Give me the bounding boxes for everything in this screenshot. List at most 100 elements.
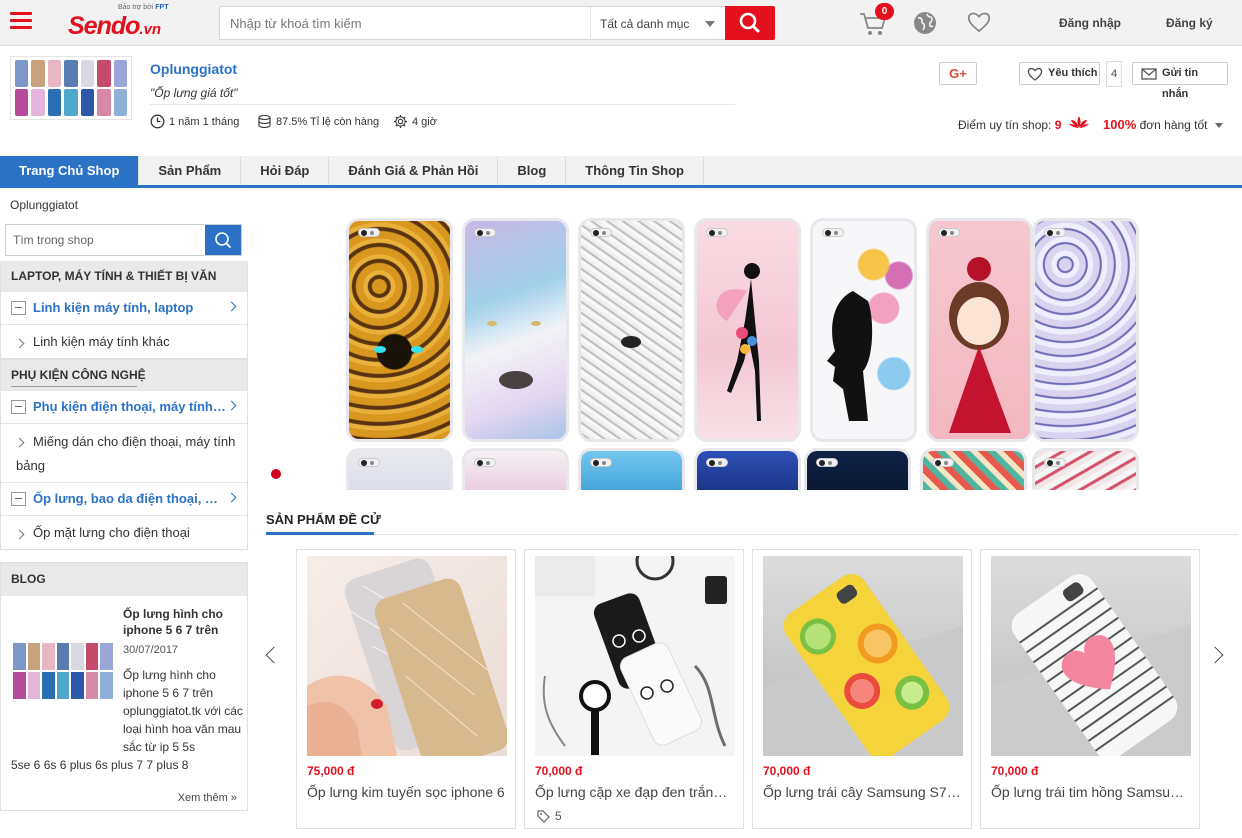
category-sub-item[interactable]: Miếng dán cho điện thoại, máy tính bảng <box>1 423 247 482</box>
product-tag-count: 5 <box>537 809 562 823</box>
category-sub-item[interactable]: Linh kiện máy tính khác <box>1 324 247 358</box>
logo-thumb <box>80 89 95 116</box>
product-image <box>307 556 507 756</box>
sendo-logo[interactable]: Bảo trợ bởi FPT Sendo.vn <box>68 4 178 42</box>
product-price: 70,000 đ <box>991 764 1039 778</box>
banner-case-row2 <box>694 448 801 490</box>
fairy-silhouette-case-image <box>694 218 801 442</box>
collapse-icon[interactable] <box>11 301 26 315</box>
shop-search <box>5 224 242 256</box>
chevron-down-icon <box>1214 123 1223 129</box>
slide-indicator[interactable] <box>271 469 281 479</box>
logo-thumb <box>97 89 111 116</box>
send-message-button[interactable]: Gửi tin nhắn <box>1132 62 1228 100</box>
product-card[interactable]: 75,000 đ Ốp lưng kim tuyến sọc iphone 6 <box>296 549 516 829</box>
shop-name[interactable]: Oplunggiatot <box>150 61 237 77</box>
category-dropdown[interactable]: Tất cả danh mục <box>590 7 725 39</box>
tab-products[interactable]: Sản Phẩm <box>139 156 242 185</box>
logo-thumb <box>15 89 29 116</box>
search-bar: Tất cả danh mục <box>219 6 775 40</box>
category-main-item[interactable]: Ốp lưng, bao da điện thoại, máy tính bản… <box>1 482 247 515</box>
register-link[interactable]: Đăng ký <box>1166 16 1213 30</box>
search-icon <box>215 232 231 248</box>
search-button[interactable] <box>725 6 775 40</box>
banner-case-row2 <box>578 448 685 490</box>
section-title: SẢN PHẨM ĐỀ CỬ <box>266 512 381 527</box>
heart-icon <box>1027 67 1043 81</box>
google-plus-button[interactable]: G+ <box>939 62 977 85</box>
banner-case-row2 <box>920 448 1027 490</box>
doll-girl-case-image <box>926 218 1033 442</box>
globe-icon[interactable] <box>913 11 937 35</box>
sponsor-line: Bảo trợ bởi FPT <box>118 4 169 11</box>
blog-post-date: 30/07/2017 <box>123 644 179 656</box>
product-name[interactable]: Ốp lưng cặp xe đạp đen trắng iphone <box>535 784 735 800</box>
tab-qa[interactable]: Hỏi Đáp <box>241 156 330 185</box>
logo-thumb <box>80 60 95 87</box>
product-card[interactable]: 70,000 đ Ốp lưng trái tim hồng Samsung S… <box>980 549 1200 829</box>
promo-banner[interactable] <box>346 218 1139 490</box>
tab-blog[interactable]: Blog <box>498 156 567 185</box>
carousel-prev-icon[interactable] <box>265 646 283 664</box>
database-icon <box>258 114 271 129</box>
logo-thumb <box>47 60 62 87</box>
like-shop-button[interactable]: Yêu thích <box>1019 62 1100 85</box>
tab-shop-home[interactable]: Trang Chủ Shop <box>0 156 140 185</box>
carousel-next-icon[interactable] <box>1206 646 1224 664</box>
blog-see-more-link[interactable]: Xem thêm » <box>178 792 237 804</box>
blog-post-title[interactable]: Ốp lưng hình cho iphone 5 6 7 trên <box>123 606 235 638</box>
chevron-down-icon <box>705 21 715 27</box>
product-name[interactable]: Ốp lưng kim tuyến sọc iphone 6 <box>307 784 507 800</box>
shop-search-button[interactable] <box>205 225 241 255</box>
category-main-item[interactable]: Phụ kiện điện thoại, máy tính bảng <box>1 390 247 423</box>
product-price: 75,000 đ <box>307 764 355 778</box>
fairy-silhouette-art <box>716 263 761 421</box>
white-wolf-case-image <box>462 218 569 442</box>
logo-thumb <box>31 89 45 116</box>
blog-thumbnail[interactable] <box>13 643 113 699</box>
paisley-case-image <box>1032 218 1139 442</box>
breadcrumb[interactable]: Oplunggiatot <box>10 198 78 212</box>
section-underline <box>266 532 374 535</box>
search-icon <box>739 12 760 33</box>
category-sub-item[interactable]: Ốp mặt lưng cho điện thoại <box>1 515 247 549</box>
chevron-right-icon <box>226 301 237 312</box>
cart-count-badge: 0 <box>875 3 894 20</box>
top-header: Bảo trợ bởiFPT Sendo.vn Tất cả danh mục … <box>0 0 1242 46</box>
doll-art <box>949 257 1011 433</box>
leopard-case-image <box>346 218 453 442</box>
good-orders-dropdown[interactable]: 100% đơn hàng tốt <box>1103 117 1223 132</box>
silhouette-art <box>827 291 873 421</box>
tab-reviews[interactable]: Đánh Giá & Phản Hồi <box>329 156 499 185</box>
heart-icon[interactable] <box>966 10 992 34</box>
category-group: PHỤ KIỆN CÔNG NGHỆ Phụ kiện điện thoại, … <box>0 359 248 550</box>
tab-shop-info[interactable]: Thông Tin Shop <box>566 156 704 185</box>
product-name[interactable]: Ốp lưng trái cây Samsung S7 edge <box>763 784 963 800</box>
collapse-icon[interactable] <box>11 492 26 506</box>
collapse-icon[interactable] <box>11 400 26 414</box>
product-image <box>991 556 1191 756</box>
shop-nav: Trang Chủ Shop Sản Phẩm Hỏi Đáp Đánh Giá… <box>0 156 1242 188</box>
divider <box>150 104 735 105</box>
shop-logo[interactable] <box>10 56 132 120</box>
shop-search-input[interactable] <box>6 225 206 255</box>
search-input[interactable] <box>220 7 590 39</box>
shop-slogan: "Ốp lưng giá tốt" <box>150 86 238 100</box>
chevron-right-icon <box>226 400 237 411</box>
fruit-case-photo <box>763 573 963 756</box>
banner-case-row2 <box>804 448 911 490</box>
product-price: 70,000 đ <box>763 764 811 778</box>
glitter-case-photo <box>307 558 507 756</box>
logo-thumb <box>113 60 127 87</box>
bicycle-case-photo <box>535 556 727 755</box>
product-card[interactable]: 70,000 đ Ốp lưng cặp xe đạp đen trắng ip… <box>524 549 744 829</box>
chevron-right-icon <box>226 492 237 503</box>
login-link[interactable]: Đăng nhập <box>1059 16 1121 30</box>
product-image <box>763 556 963 756</box>
shop-response-time: 4 giờ <box>393 114 437 129</box>
category-main-item[interactable]: Linh kiện máy tính, laptop <box>1 291 247 324</box>
blog-post-excerpt: Ốp lưng hình cho iphone 5 6 7 trên oplun… <box>123 668 243 754</box>
product-card[interactable]: 70,000 đ Ốp lưng trái cây Samsung S7 edg… <box>752 549 972 829</box>
product-name[interactable]: Ốp lưng trái tim hồng Samsung S7 <box>991 784 1191 800</box>
menu-icon[interactable] <box>10 12 32 32</box>
